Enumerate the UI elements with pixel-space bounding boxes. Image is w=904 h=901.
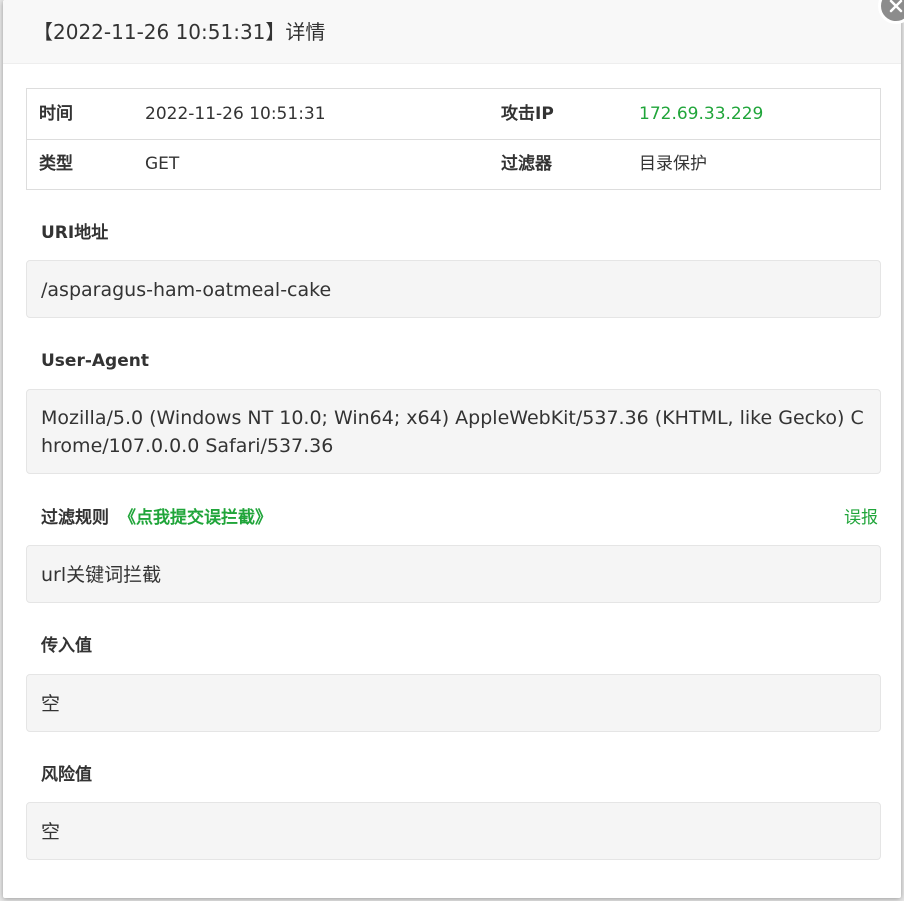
submit-false-positive-link[interactable]: 《点我提交误拦截》	[119, 508, 272, 528]
dialog-title: 【2022-11-26 10:51:31】详情	[33, 20, 326, 44]
filter-rule-label: 过滤规则	[41, 508, 109, 528]
attack-ip-label: 攻击IP	[501, 104, 554, 124]
dialog-header: 【2022-11-26 10:51:31】详情	[3, 0, 901, 64]
info-row-time: 时间 2022-11-26 10:51:31 攻击IP 172.69.33.22…	[27, 89, 880, 140]
user-agent-label: User-Agent	[41, 351, 149, 371]
time-value: 2022-11-26 10:51:31	[145, 104, 326, 124]
time-label: 时间	[39, 104, 73, 124]
input-value-label: 传入值	[41, 636, 92, 656]
type-label: 类型	[39, 154, 73, 174]
risk-value-box: 空	[26, 802, 881, 860]
report-link[interactable]: 误报	[844, 506, 878, 530]
filter-label: 过滤器	[501, 154, 552, 174]
filter-rule-label-row: 过滤规则 《点我提交误拦截》	[41, 506, 272, 530]
close-icon	[889, 0, 903, 13]
info-table: 时间 2022-11-26 10:51:31 攻击IP 172.69.33.22…	[26, 88, 881, 190]
attack-ip-value: 172.69.33.229	[639, 104, 764, 124]
user-agent-box: Mozilla/5.0 (Windows NT 10.0; Win64; x64…	[26, 389, 881, 474]
uri-box: /asparagus-ham-oatmeal-cake	[26, 260, 881, 318]
filter-value: 目录保护	[639, 154, 707, 174]
risk-value-label: 风险值	[41, 765, 92, 785]
uri-label: URI地址	[41, 223, 109, 243]
type-value: GET	[145, 154, 180, 174]
detail-dialog: 【2022-11-26 10:51:31】详情 时间 2022-11-26 10…	[3, 0, 901, 898]
filter-rule-box: url关键词拦截	[26, 545, 881, 603]
input-value-box: 空	[26, 674, 881, 732]
info-row-type: 类型 GET 过滤器 目录保护	[27, 139, 880, 189]
